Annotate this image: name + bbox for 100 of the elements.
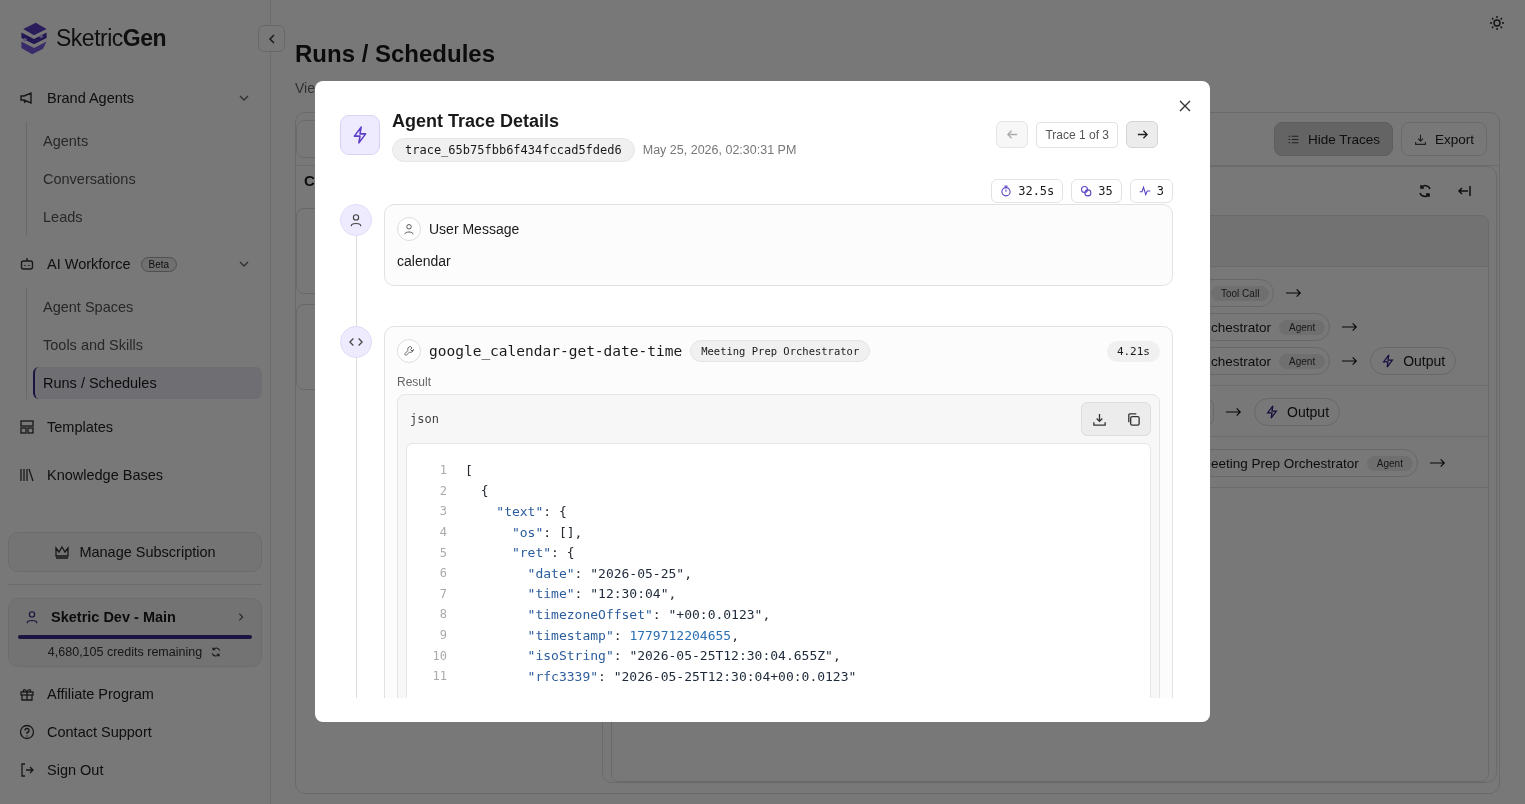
toolbar-button[interactable]: Hide Traces <box>1273 122 1393 156</box>
collapse-sidebar-button[interactable] <box>258 25 285 52</box>
nav-item[interactable]: Templates <box>8 403 262 451</box>
line-number: 4 <box>438 525 447 540</box>
user-icon <box>397 217 421 241</box>
code-line: "os": [], <box>510 524 583 540</box>
trace-id: trace_65b75fbb6f434fccad5fded6 <box>392 138 635 162</box>
footer-link[interactable]: Sign Out <box>8 751 262 789</box>
megaphone-icon <box>19 90 35 106</box>
workspace-card[interactable]: Sketric Dev - Main 4,680,105 credits remaining <box>8 598 262 667</box>
next-button[interactable] <box>1126 121 1158 148</box>
code-line: "time": "12:30:04", <box>526 586 677 602</box>
user-icon <box>25 610 39 624</box>
node-name: chestrator <box>1211 353 1272 369</box>
nav-item[interactable]: Runs / Schedules <box>33 367 262 399</box>
lightning-icon <box>1381 354 1396 368</box>
page-subtitle: Vie <box>295 80 316 98</box>
code-icon <box>340 326 372 358</box>
close-icon <box>1179 100 1191 112</box>
manage-subscription-button[interactable]: Manage Subscription <box>8 532 262 572</box>
code-line: [ <box>465 462 473 478</box>
arrow-icon <box>1286 288 1303 298</box>
nav-group-label: AI Workforce <box>47 256 131 272</box>
chevron-icon <box>236 612 246 622</box>
message-title: User Message <box>429 221 520 237</box>
layout-icon <box>19 419 35 435</box>
crown-icon <box>54 544 71 560</box>
node-name: chestrator <box>1211 319 1272 335</box>
refresh-icon[interactable] <box>210 646 223 658</box>
nav-item[interactable]: Conversations <box>33 160 262 198</box>
code-line: "date": "2026-05-25", <box>526 565 692 581</box>
tool-name: google_calendar-get-date-time <box>429 343 683 359</box>
line-number: 8 <box>438 607 447 622</box>
code-line: "timestamp": 1779712204655, <box>526 627 739 643</box>
footer-link[interactable]: Contact Support <box>8 713 262 751</box>
activity-icon <box>1138 185 1151 197</box>
wrench-icon <box>397 339 421 363</box>
code-line: "text": { <box>495 504 567 519</box>
lightning-icon <box>340 115 380 155</box>
arrow-left-icon <box>1005 128 1019 141</box>
arrow-icon <box>1342 322 1359 332</box>
node-tag: Agent <box>1279 353 1326 369</box>
toolbar-button[interactable]: Export <box>1400 122 1487 156</box>
code-line: { <box>479 483 489 499</box>
arrow-icon <box>1429 458 1446 468</box>
stat-chip: 32.5s <box>991 179 1064 203</box>
line-number: 10 <box>431 648 447 663</box>
logo-text: SketricGen <box>56 24 167 52</box>
arrow-icon <box>1226 407 1242 417</box>
footer-link[interactable]: Affiliate Program <box>8 675 262 713</box>
stat-chip: 35 <box>1071 179 1122 203</box>
language-label: json <box>410 412 439 426</box>
collapse-icon[interactable] <box>1457 183 1473 199</box>
lightning-icon <box>1265 405 1279 419</box>
node-name: eeting Prep Orchestrator <box>1211 455 1359 471</box>
user-icon <box>340 204 372 236</box>
line-number: 3 <box>438 504 447 519</box>
line-number: 1 <box>438 463 447 478</box>
logout-icon <box>19 762 35 778</box>
credits-text: 4,680,105 credits remaining <box>47 645 203 659</box>
line-number: 7 <box>438 586 447 601</box>
nav-item[interactable]: Tools and Skills <box>33 326 262 364</box>
close-button[interactable] <box>1178 99 1192 113</box>
nav-item[interactable]: Agents <box>33 122 262 160</box>
beta-badge: Beta <box>140 256 178 272</box>
help-icon <box>19 724 35 740</box>
line-number: 2 <box>438 483 447 498</box>
nav-item[interactable]: Knowledge Bases <box>8 451 262 499</box>
download-icon <box>1413 132 1427 146</box>
code-line: "rfc3339": "2026-05-25T12:30:04+00:0.0123" <box>526 668 857 684</box>
coins-icon <box>1080 185 1093 197</box>
robot-icon <box>19 256 35 272</box>
duration-chip: 4.21s <box>1106 340 1160 362</box>
nav-group[interactable]: Brand Agents <box>8 74 262 122</box>
agent-chip: Meeting Prep Orchestrator <box>690 340 871 362</box>
trace-timestamp: May 25, 2026, 02:30:31 PM <box>642 143 797 157</box>
dialog-title: Agent Trace Details <box>392 111 561 132</box>
page-title: Runs / Schedules <box>295 40 497 69</box>
trace-counter: Trace 1 of 3 <box>1036 121 1118 148</box>
library-icon <box>19 467 35 483</box>
node-tag: Tool Call <box>1211 285 1270 301</box>
sun-icon[interactable] <box>1489 15 1505 31</box>
nav-group[interactable]: AI Workforce Beta <box>8 240 262 288</box>
node-tag: Agent <box>1279 319 1326 335</box>
nav-item[interactable]: Leads <box>33 198 262 236</box>
workspace-name: Sketric Dev - Main <box>51 609 176 625</box>
section-heading: C <box>304 172 316 191</box>
arrow-icon <box>1342 356 1359 366</box>
nav-item[interactable]: Agent Spaces <box>33 288 262 326</box>
download-icon <box>1091 411 1107 427</box>
line-number: 9 <box>438 628 447 643</box>
code-line: "isoString": "2026-05-25T12:30:04.655Z", <box>526 648 841 664</box>
copy-icon <box>1125 411 1141 427</box>
gift-icon <box>19 686 35 702</box>
arrow-right-icon <box>1135 128 1149 141</box>
refresh-icon[interactable] <box>1417 183 1433 199</box>
line-number: 5 <box>438 545 447 560</box>
stat-chip: 3 <box>1129 179 1173 203</box>
line-number: 11 <box>431 669 447 684</box>
code-line: "ret": { <box>510 545 575 561</box>
